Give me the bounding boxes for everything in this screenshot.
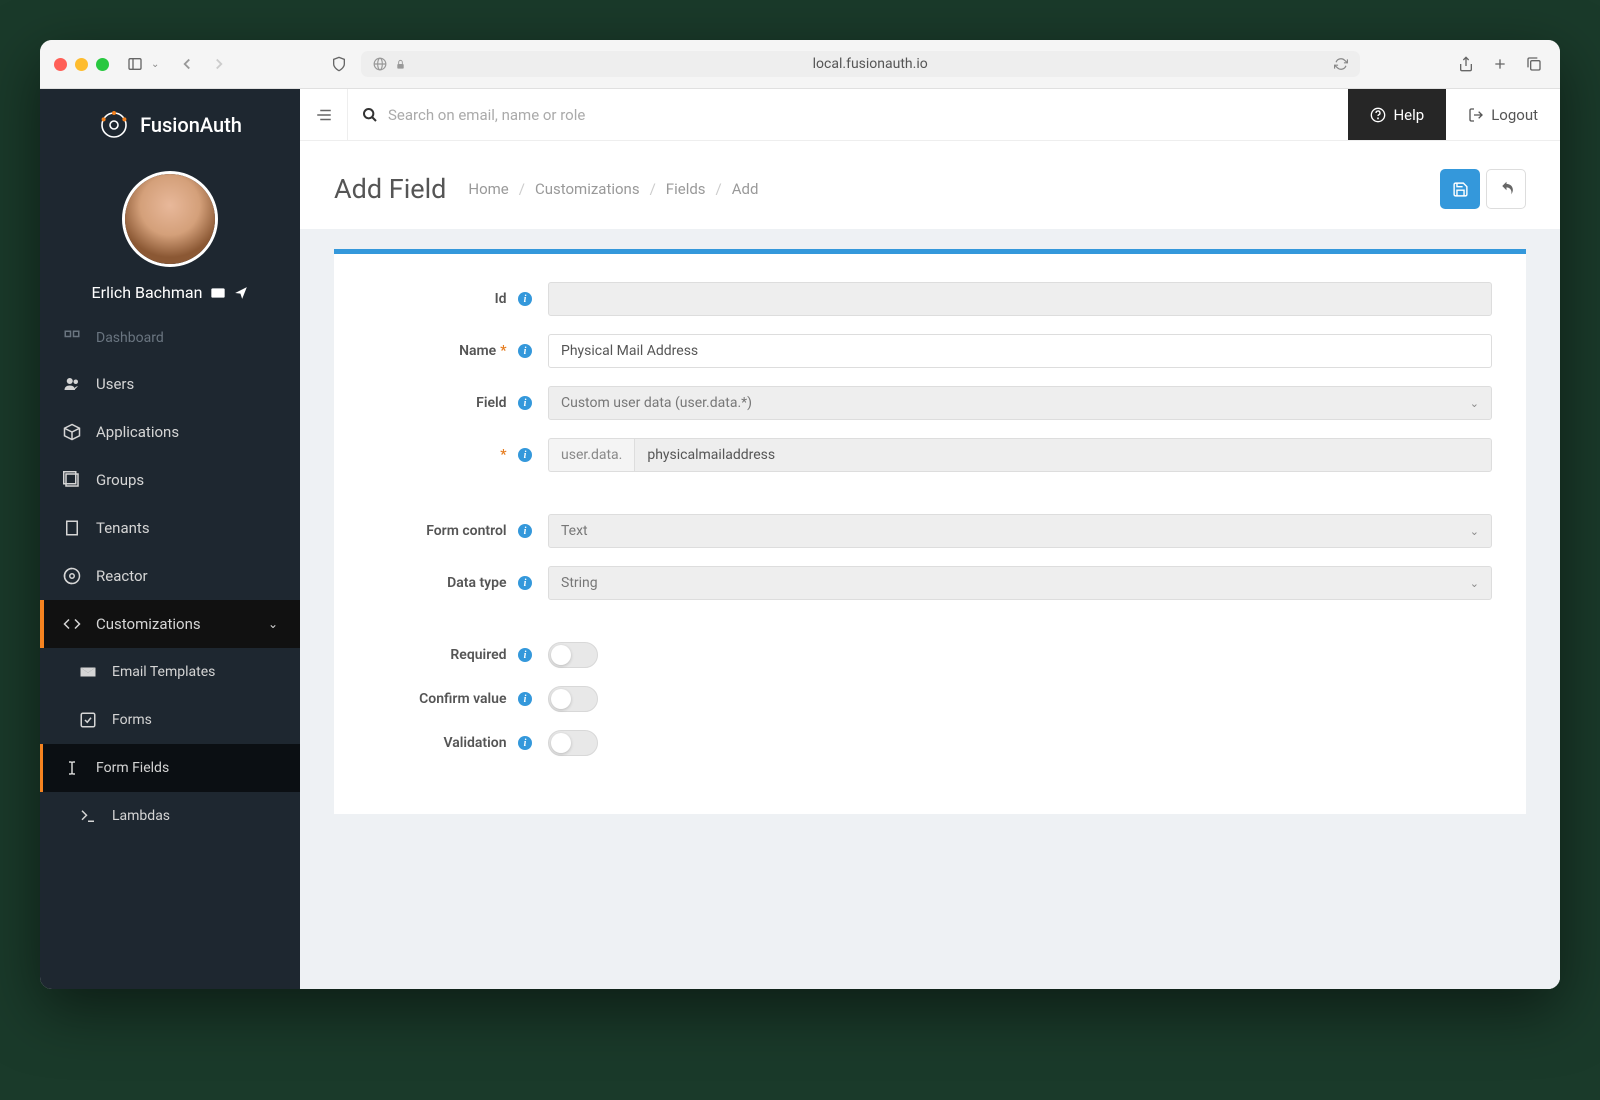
required-toggle[interactable] <box>548 642 598 668</box>
lock-icon <box>395 59 406 70</box>
tabs-icon[interactable] <box>1522 52 1546 76</box>
form-control-label: Form control <box>426 523 506 539</box>
name-input[interactable] <box>548 334 1492 368</box>
avatar[interactable] <box>122 171 218 267</box>
check-square-icon <box>78 710 98 730</box>
sidebar-item-reactor[interactable]: Reactor <box>40 552 300 600</box>
search-input[interactable] <box>388 106 1334 124</box>
groups-icon <box>62 470 82 490</box>
envelope-icon <box>78 662 98 682</box>
building-icon <box>62 518 82 538</box>
url-text: local.fusionauth.io <box>414 56 1326 72</box>
reload-icon[interactable] <box>1334 57 1348 71</box>
field-label: Field <box>476 395 506 411</box>
reactor-icon <box>62 566 82 586</box>
confirm-label: Confirm value <box>419 691 506 707</box>
chevron-down-icon: ⌄ <box>1470 397 1479 410</box>
fusionauth-logo-icon <box>98 109 130 141</box>
key-input[interactable] <box>634 438 1492 472</box>
sidebar-toggle-icon[interactable] <box>123 52 147 76</box>
brand-name: FusionAuth <box>140 113 242 137</box>
cube-icon <box>62 422 82 442</box>
data-type-select[interactable]: String ⌄ <box>548 566 1492 600</box>
sidebar: FusionAuth Erlich Bachman Dashboard User… <box>40 89 300 989</box>
breadcrumb: Home / Customizations / Fields / Add <box>468 180 758 198</box>
location-arrow-icon[interactable] <box>234 286 248 300</box>
username: Erlich Bachman <box>92 283 203 302</box>
breadcrumb-item[interactable]: Home <box>468 180 508 198</box>
logout-button[interactable]: Logout <box>1446 89 1560 140</box>
address-bar[interactable]: local.fusionauth.io <box>361 51 1360 77</box>
chevron-down-icon: ⌄ <box>1470 577 1479 590</box>
name-label: Name <box>459 343 496 359</box>
logout-icon <box>1468 107 1484 123</box>
sidebar-item-users[interactable]: Users <box>40 360 300 408</box>
sidebar-item-form-fields[interactable]: Form Fields <box>40 744 300 792</box>
sidebar-item-applications[interactable]: Applications <box>40 408 300 456</box>
help-button[interactable]: Help <box>1348 89 1446 140</box>
save-button[interactable] <box>1440 169 1480 209</box>
back-button[interactable] <box>1486 169 1526 209</box>
info-icon[interactable]: i <box>518 736 532 750</box>
sidebar-item-email-templates[interactable]: Email Templates <box>40 648 300 696</box>
share-icon[interactable] <box>1454 52 1478 76</box>
info-icon[interactable]: i <box>518 292 532 306</box>
minimize-window-button[interactable] <box>75 58 88 71</box>
key-prefix: user.data. <box>548 438 634 472</box>
save-icon <box>1452 181 1469 198</box>
forward-button[interactable] <box>205 50 233 78</box>
collapse-sidebar-button[interactable] <box>300 89 348 140</box>
dashboard-icon <box>62 328 82 348</box>
form-control-select[interactable]: Text ⌄ <box>548 514 1492 548</box>
breadcrumb-item: Add <box>732 180 759 198</box>
search-icon <box>362 107 378 123</box>
new-tab-icon[interactable] <box>1488 52 1512 76</box>
text-cursor-icon <box>62 758 82 778</box>
sidebar-item-tenants[interactable]: Tenants <box>40 504 300 552</box>
id-label: Id <box>495 291 507 307</box>
form-panel: Id i Name* i Field i Custom user data (u… <box>334 249 1526 814</box>
data-type-label: Data type <box>447 575 506 591</box>
info-icon[interactable]: i <box>518 448 532 462</box>
maximize-window-button[interactable] <box>96 58 109 71</box>
window-controls <box>54 58 109 71</box>
sidebar-item-groups[interactable]: Groups <box>40 456 300 504</box>
help-icon <box>1370 107 1386 123</box>
id-card-icon[interactable] <box>210 285 226 301</box>
info-icon[interactable]: i <box>518 576 532 590</box>
page-title: Add Field <box>334 173 446 205</box>
topbar: Help Logout <box>300 89 1560 141</box>
sidebar-item-lambdas[interactable]: Lambdas <box>40 792 300 840</box>
sidebar-item-dashboard[interactable]: Dashboard <box>40 322 300 360</box>
validation-toggle[interactable] <box>548 730 598 756</box>
undo-icon <box>1498 181 1515 198</box>
browser-chrome: ⌄ local.fusionauth.io <box>40 40 1560 89</box>
id-input[interactable] <box>548 282 1492 316</box>
code-icon <box>62 614 82 634</box>
field-select[interactable]: Custom user data (user.data.*) ⌄ <box>548 386 1492 420</box>
info-icon[interactable]: i <box>518 524 532 538</box>
validation-label: Validation <box>443 735 506 751</box>
info-icon[interactable]: i <box>518 396 532 410</box>
back-button[interactable] <box>173 50 201 78</box>
chevron-down-icon[interactable]: ⌄ <box>151 59 159 70</box>
close-window-button[interactable] <box>54 58 67 71</box>
sidebar-item-forms[interactable]: Forms <box>40 696 300 744</box>
sidebar-item-customizations[interactable]: Customizations ⌄ <box>40 600 300 648</box>
shield-icon[interactable] <box>327 52 351 76</box>
chevron-down-icon: ⌄ <box>1470 525 1479 538</box>
info-icon[interactable]: i <box>518 692 532 706</box>
breadcrumb-item[interactable]: Fields <box>666 180 706 198</box>
required-label: Required <box>450 647 506 663</box>
globe-icon <box>373 57 387 71</box>
info-icon[interactable]: i <box>518 344 532 358</box>
users-icon <box>62 374 82 394</box>
page-header: Add Field Home / Customizations / Fields… <box>300 141 1560 229</box>
logo[interactable]: FusionAuth <box>40 89 300 161</box>
breadcrumb-item[interactable]: Customizations <box>535 180 640 198</box>
terminal-icon <box>78 806 98 826</box>
chevron-down-icon: ⌄ <box>268 617 278 631</box>
info-icon[interactable]: i <box>518 648 532 662</box>
confirm-toggle[interactable] <box>548 686 598 712</box>
